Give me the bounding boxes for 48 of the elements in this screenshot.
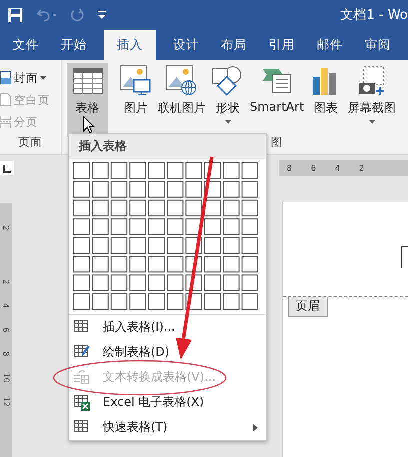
menu-item[interactable]: 插入表格(I)... [69, 315, 266, 340]
menu-item[interactable]: Excel 电子表格(X) [69, 390, 266, 415]
group-label: 页面 [18, 135, 44, 150]
ribbon-button[interactable]: 形状 [211, 65, 245, 124]
ribbon-tab[interactable]: 邮件 [306, 30, 354, 60]
convert-text-icon [73, 368, 91, 386]
ruler-number: 2 [1, 225, 11, 231]
ruler-number: 6 [1, 327, 11, 333]
ribbon-tab[interactable]: 审阅 [354, 30, 402, 60]
window-title: 文档1 - Wo [340, 7, 408, 24]
ruler-number: 4 [1, 303, 11, 309]
ribbon-tab[interactable]: 引用 [258, 30, 306, 60]
ribbon-tab[interactable]: 开始 [50, 30, 98, 60]
ruler-number: 8 [287, 164, 292, 172]
ruler-number: 6 [311, 164, 316, 172]
online-picture-icon [166, 65, 198, 97]
ruler-number: 2 [359, 164, 364, 172]
menu-header: 插入表格 [69, 134, 266, 159]
page-break-icon [0, 115, 12, 129]
ribbon-tab[interactable]: 设计 [162, 30, 210, 60]
crop-mark [401, 246, 408, 268]
ribbon-tab[interactable]: 插入 [104, 30, 156, 60]
ribbon-small-button[interactable]: 封面 [0, 67, 61, 89]
tab-stop-icon [0, 162, 14, 176]
table-button[interactable]: 表格 [67, 63, 108, 137]
menu-item[interactable]: 快速表格(T) [69, 415, 266, 440]
picture-icon [120, 65, 152, 97]
ruler-number: 10 [1, 372, 11, 384]
customize-icon[interactable] [98, 10, 106, 20]
ribbon-button[interactable]: SmartArt [249, 65, 306, 124]
shapes-icon [212, 65, 244, 97]
ruler-number: 4 [335, 164, 340, 172]
ruler-number: 12 [1, 396, 11, 408]
ribbon-tab[interactable]: 布局 [210, 30, 258, 60]
save-icon[interactable] [8, 8, 23, 22]
tab-selector[interactable] [0, 161, 14, 175]
ribbon-button[interactable]: 屏幕截图 [347, 65, 398, 124]
header-tag: 页眉 [288, 297, 328, 317]
table-size-grid[interactable] [73, 162, 261, 313]
ribbon-tab[interactable]: 文件 [2, 30, 50, 60]
ruler-number: 2 [1, 279, 11, 285]
excel-table-icon [73, 394, 91, 412]
ribbon-button[interactable]: 联机图片 [157, 65, 207, 124]
group-label: 图 [271, 135, 284, 150]
ribbon-button[interactable]: 图表 [309, 65, 344, 124]
ruler-number: 8 [1, 351, 11, 357]
table-grid-icon [72, 68, 102, 94]
ribbon-button[interactable]: 图片 [119, 65, 153, 124]
